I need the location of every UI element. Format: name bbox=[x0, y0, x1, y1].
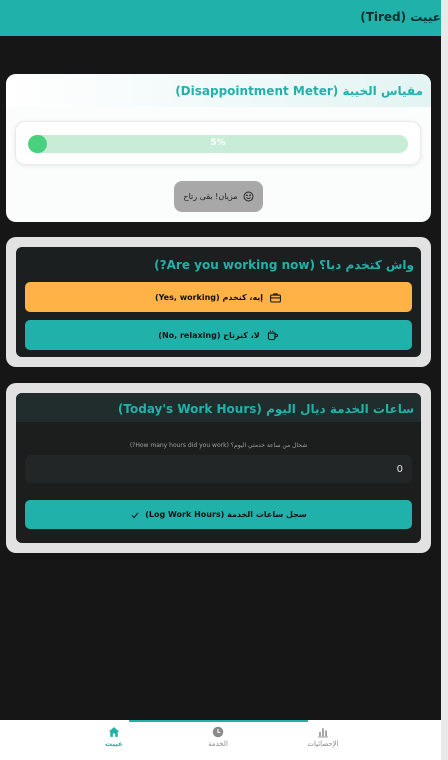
work-hours-card: ساعات الخدمة ديال اليوم (Today's Work Ho… bbox=[6, 383, 431, 553]
nav-stats-label: الإحصائيات bbox=[307, 740, 339, 748]
mood-status-chip: مزيان! بقى رتاح bbox=[174, 181, 263, 212]
page-title: عييت (Tired) bbox=[360, 10, 441, 24]
bar-chart-icon bbox=[318, 728, 328, 738]
hours-card-title: ساعات الخدمة ديال اليوم (Today's Work Ho… bbox=[117, 402, 414, 416]
hours-question-label: شحال من ساعة خدمتي اليوم؟ (How many hour… bbox=[129, 442, 308, 449]
log-hours-button[interactable]: سجل ساعات الخدمة (Log Work Hours) bbox=[25, 500, 412, 529]
nav-item-stats[interactable]: الإحصائيات bbox=[288, 726, 358, 756]
meter-card-title: مقياس الخيبة (Disappointment Meter) bbox=[175, 84, 423, 98]
nav-item-home[interactable]: عييت bbox=[79, 726, 149, 756]
disappointment-meter-card: مقياس الخيبة (Disappointment Meter) 5% م… bbox=[6, 74, 431, 222]
nav-active-indicator bbox=[129, 720, 308, 722]
working-status-panel: واش كتخدم دبا؟ (Are you working now?) إي… bbox=[16, 247, 421, 357]
mood-status-label: مزيان! بقى رتاح bbox=[183, 192, 238, 201]
app-header: عييت (Tired) bbox=[0, 0, 441, 36]
meter-track: 5% bbox=[28, 135, 408, 153]
briefcase-icon bbox=[270, 292, 281, 302]
nav-home-label: عييت bbox=[105, 740, 123, 748]
working-card-title: واش كتخدم دبا؟ (Are you working now?) bbox=[154, 258, 414, 272]
meter-container: 5% bbox=[15, 121, 421, 165]
nav-service-label: الخدمة bbox=[208, 740, 228, 748]
no-relaxing-button[interactable]: لا، كنرتاح (No, relaxing) bbox=[25, 320, 412, 350]
clock-icon bbox=[212, 726, 224, 738]
work-hours-panel: ساعات الخدمة ديال اليوم (Today's Work Ho… bbox=[16, 393, 421, 543]
bottom-navigation: عييت الخدمة الإحصائيات bbox=[0, 720, 441, 760]
yes-working-button[interactable]: إيه، كنخدم (Yes, working) bbox=[25, 282, 412, 312]
scrollbar[interactable] bbox=[441, 0, 448, 760]
check-icon bbox=[131, 511, 139, 518]
meter-percent-label: 5% bbox=[210, 138, 226, 148]
coffee-cup-icon bbox=[267, 330, 278, 340]
yes-working-label: إيه، كنخدم (Yes, working) bbox=[154, 292, 264, 302]
home-icon bbox=[108, 727, 120, 737]
working-status-card: واش كتخدم دبا؟ (Are you working now?) إي… bbox=[6, 237, 431, 367]
app-screen: عييت (Tired) مقياس الخيبة (Disappointmen… bbox=[0, 0, 441, 760]
hours-input[interactable] bbox=[25, 455, 412, 483]
smile-icon bbox=[243, 191, 254, 202]
log-hours-label: سجل ساعات الخدمة (Log Work Hours) bbox=[145, 510, 307, 519]
no-relaxing-label: لا، كنرتاح (No, relaxing) bbox=[158, 330, 260, 340]
nav-item-service[interactable]: الخدمة bbox=[183, 726, 253, 756]
